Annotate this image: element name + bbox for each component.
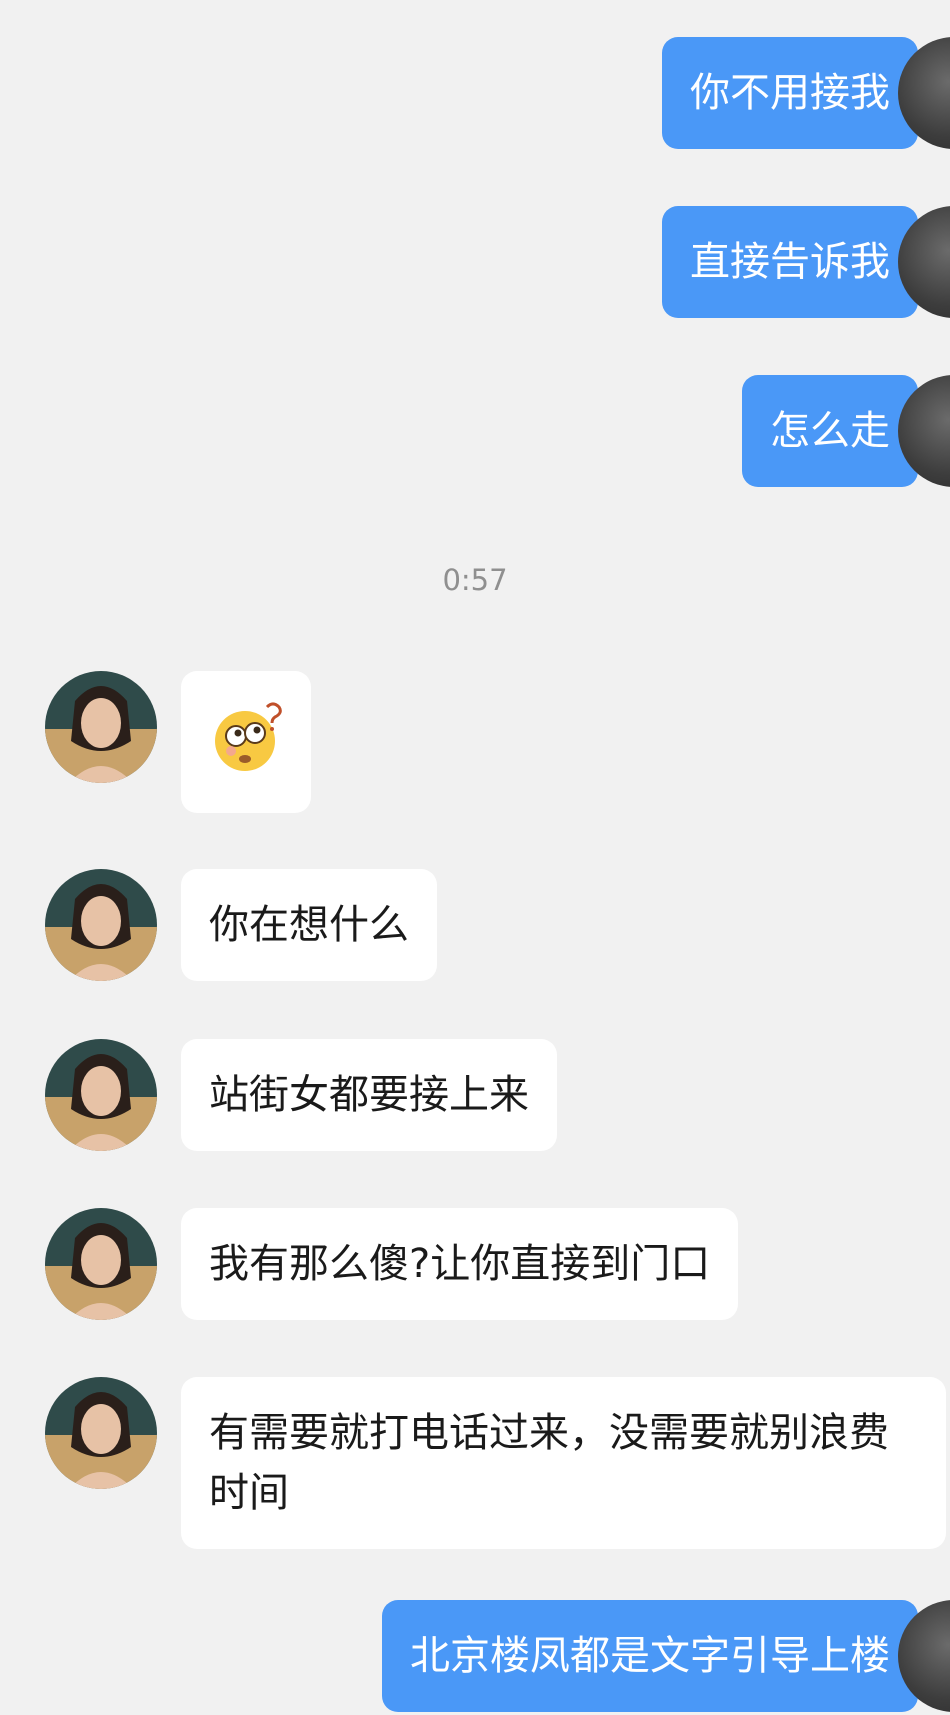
contact-avatar[interactable] — [45, 1208, 157, 1320]
message-text: 有需要就打电话过来，没需要就别浪费时间 — [209, 1410, 889, 1516]
message-text: 你在想什么 — [209, 902, 409, 948]
chat-thread: 你不用接我 直接告诉我 怎么走 0:57 你在想什么 站街女都要接上来 我有那么… — [0, 0, 950, 1715]
message-text: 怎么走 — [770, 408, 890, 454]
message-timestamp: 0:57 — [442, 563, 508, 597]
confused-face-emoji-icon — [215, 702, 282, 771]
incoming-message[interactable] — [181, 671, 311, 813]
incoming-message[interactable]: 站街女都要接上来 — [181, 1039, 557, 1151]
avatar-photo — [45, 1039, 157, 1151]
message-text: 我有那么傻?让你直接到门口 — [209, 1241, 711, 1287]
avatar-photo — [45, 671, 157, 783]
message-text: 站街女都要接上来 — [209, 1072, 529, 1118]
contact-avatar[interactable] — [45, 671, 157, 783]
avatar-photo — [45, 1377, 157, 1489]
message-text: 直接告诉我 — [690, 239, 890, 285]
incoming-message[interactable]: 有需要就打电话过来，没需要就别浪费时间 — [181, 1377, 946, 1549]
contact-avatar[interactable] — [45, 1377, 157, 1489]
outgoing-message[interactable]: 你不用接我 — [662, 37, 918, 149]
outgoing-message[interactable]: 北京楼凤都是文字引导上楼 — [382, 1600, 918, 1712]
avatar-photo — [45, 869, 157, 981]
incoming-message[interactable]: 我有那么傻?让你直接到门口 — [181, 1208, 739, 1320]
avatar-photo — [45, 1208, 157, 1320]
contact-avatar[interactable] — [45, 869, 157, 981]
outgoing-message[interactable]: 直接告诉我 — [662, 206, 918, 318]
outgoing-message[interactable]: 怎么走 — [742, 375, 918, 487]
message-text: 你不用接我 — [690, 70, 890, 116]
contact-avatar[interactable] — [45, 1039, 157, 1151]
incoming-message[interactable]: 你在想什么 — [181, 869, 437, 981]
message-text: 北京楼凤都是文字引导上楼 — [410, 1633, 890, 1679]
